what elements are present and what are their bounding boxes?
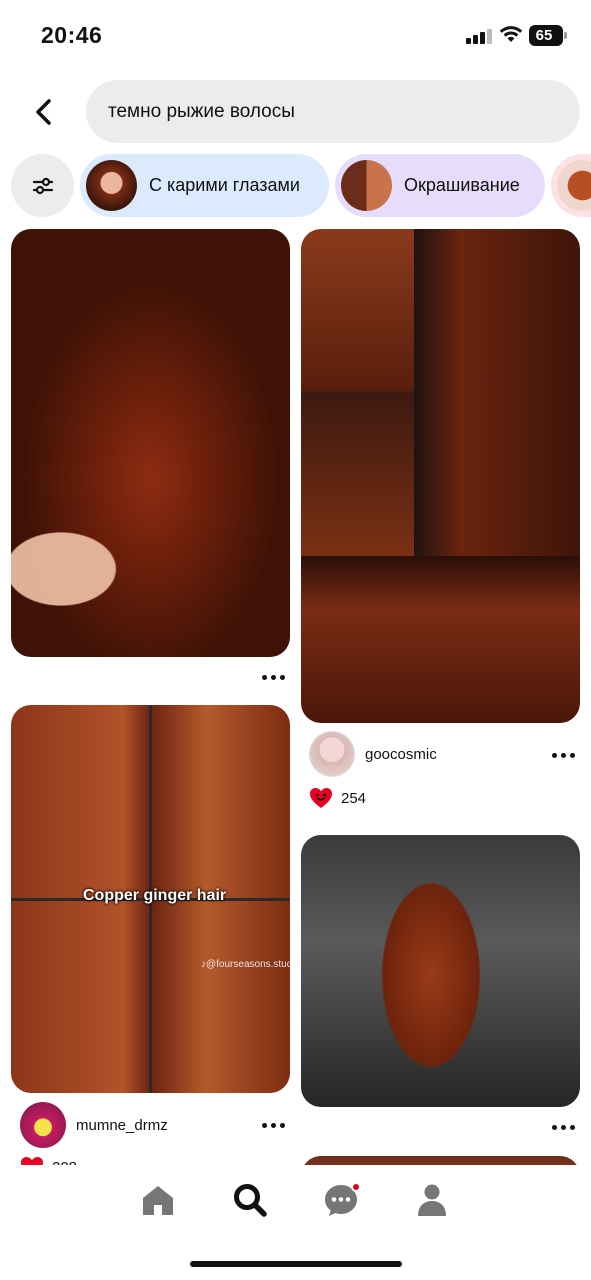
avatar (20, 1102, 66, 1148)
chip-coloring[interactable]: Окрашивание (335, 154, 545, 217)
pin-more-button[interactable] (258, 1115, 288, 1135)
author-name: goocosmic (365, 745, 437, 763)
pin-more-button[interactable] (548, 1117, 578, 1137)
battery-level: 65 (535, 27, 553, 44)
chip-partial[interactable] (551, 154, 591, 217)
chip-label: Окрашивание (404, 175, 520, 195)
battery-icon: 65 (529, 25, 567, 46)
status-bar: 20:46 65 (0, 0, 591, 70)
pin-author[interactable]: mumne_drmz (20, 1102, 168, 1148)
nav-search[interactable] (230, 1180, 270, 1220)
back-button[interactable] (22, 90, 66, 134)
sliders-icon (32, 177, 53, 194)
pin-overlay-caption: Copper ginger hair (83, 887, 227, 904)
notification-dot (351, 1182, 361, 1192)
chevron-left-icon (36, 99, 51, 125)
pin-more-button[interactable] (258, 667, 288, 687)
search-input[interactable]: темно рыжие волосы (86, 80, 580, 143)
nav-home[interactable] (138, 1180, 178, 1220)
chip-thumbnail (341, 160, 392, 211)
bottom-nav (0, 1165, 591, 1280)
nav-messages[interactable] (321, 1180, 361, 1220)
pin-reactions: 254 (309, 787, 366, 809)
author-name: mumne_drmz (76, 1116, 168, 1134)
profile-icon (418, 1184, 446, 1216)
filter-button[interactable] (11, 154, 74, 217)
pin-image[interactable] (301, 835, 580, 1107)
search-icon (234, 1184, 267, 1217)
chip-label: С карими глазами (149, 175, 300, 195)
pin-author[interactable]: goocosmic (309, 731, 437, 777)
wifi-icon (499, 26, 523, 42)
status-time: 20:46 (41, 22, 103, 48)
pin-watermark: ♪@fourseasons.studio (201, 959, 290, 970)
cellular-signal-icon (466, 29, 492, 44)
chip-thumbnail (86, 160, 137, 211)
home-icon (143, 1186, 173, 1215)
pin-more-button[interactable] (548, 745, 578, 765)
pin-image[interactable] (301, 229, 580, 723)
chip-brown-eyes[interactable]: С карими глазами (80, 154, 329, 217)
chip-thumbnail (557, 160, 591, 211)
avatar (309, 731, 355, 777)
home-indicator (190, 1261, 402, 1267)
search-query: темно рыжие волосы (108, 100, 295, 122)
pin-image[interactable] (11, 229, 290, 657)
reaction-count: 254 (341, 789, 367, 807)
heart-reaction-icon (310, 788, 332, 808)
pin-image[interactable]: Copper ginger hair ♪@fourseasons.studio (11, 705, 290, 1093)
filter-chips: С карими глазами Окрашивание (0, 154, 591, 218)
nav-profile[interactable] (412, 1180, 452, 1220)
